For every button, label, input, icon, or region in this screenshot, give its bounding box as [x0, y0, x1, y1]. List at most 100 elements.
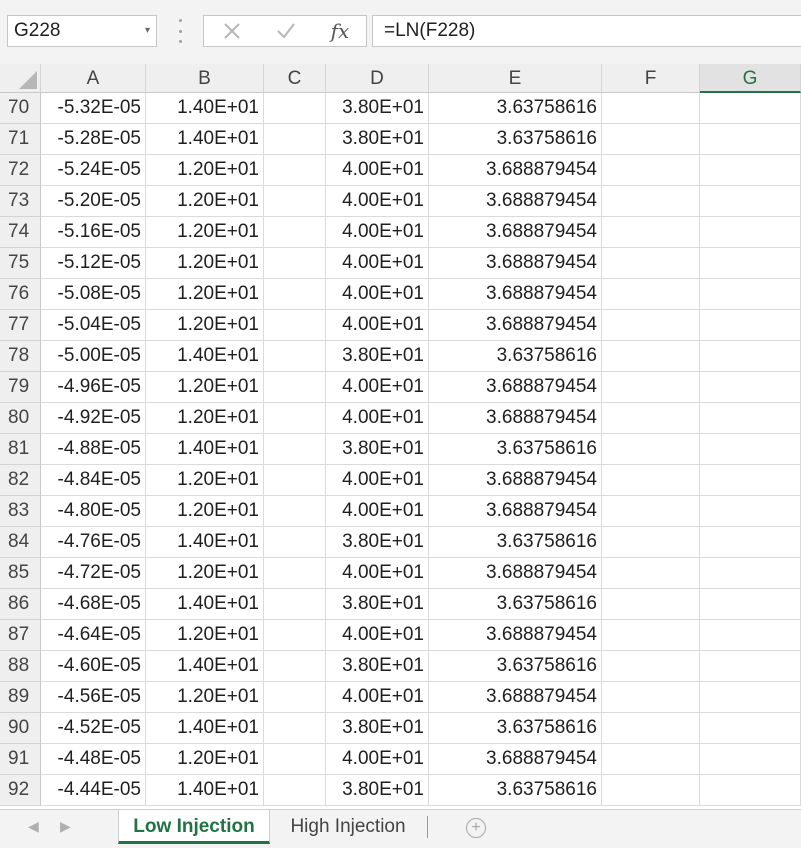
cell-a[interactable]: -4.76E-05: [41, 527, 146, 558]
column-header-a[interactable]: A: [41, 64, 146, 93]
cell-f[interactable]: [602, 682, 700, 713]
cell-b[interactable]: 1.20E+01: [146, 155, 264, 186]
row-header[interactable]: 91: [0, 744, 41, 775]
cell-e[interactable]: 3.688879454: [429, 558, 602, 589]
column-header-e[interactable]: E: [429, 64, 602, 93]
cell-a[interactable]: -4.72E-05: [41, 558, 146, 589]
cell-g[interactable]: [700, 372, 801, 403]
cell-c[interactable]: [264, 155, 326, 186]
row-header[interactable]: 89: [0, 682, 41, 713]
cell-f[interactable]: [602, 372, 700, 403]
cell-f[interactable]: [602, 496, 700, 527]
cell-d[interactable]: 4.00E+01: [326, 186, 429, 217]
cell-d[interactable]: 3.80E+01: [326, 589, 429, 620]
name-box-dropdown-icon[interactable]: ▾: [145, 16, 150, 46]
row-header[interactable]: 80: [0, 403, 41, 434]
cell-e[interactable]: 3.63758616: [429, 341, 602, 372]
row-header[interactable]: 78: [0, 341, 41, 372]
cell-b[interactable]: 1.20E+01: [146, 682, 264, 713]
cell-a[interactable]: -4.84E-05: [41, 465, 146, 496]
cell-b[interactable]: 1.20E+01: [146, 217, 264, 248]
cell-a[interactable]: -4.44E-05: [41, 775, 146, 806]
cell-a[interactable]: -4.80E-05: [41, 496, 146, 527]
cell-a[interactable]: -4.92E-05: [41, 403, 146, 434]
cell-d[interactable]: 3.80E+01: [326, 93, 429, 124]
cell-f[interactable]: [602, 713, 700, 744]
cell-c[interactable]: [264, 496, 326, 527]
cell-b[interactable]: 1.20E+01: [146, 310, 264, 341]
cell-d[interactable]: 4.00E+01: [326, 310, 429, 341]
cell-e[interactable]: 3.688879454: [429, 310, 602, 341]
cell-f[interactable]: [602, 279, 700, 310]
cell-c[interactable]: [264, 682, 326, 713]
cell-c[interactable]: [264, 403, 326, 434]
cell-f[interactable]: [602, 403, 700, 434]
cell-e[interactable]: 3.63758616: [429, 434, 602, 465]
cell-f[interactable]: [602, 93, 700, 124]
cell-c[interactable]: [264, 310, 326, 341]
cell-c[interactable]: [264, 248, 326, 279]
cell-g[interactable]: [700, 496, 801, 527]
cell-d[interactable]: 4.00E+01: [326, 682, 429, 713]
cell-g[interactable]: [700, 620, 801, 651]
cell-e[interactable]: 3.688879454: [429, 248, 602, 279]
cell-a[interactable]: -4.64E-05: [41, 620, 146, 651]
cell-c[interactable]: [264, 124, 326, 155]
cell-e[interactable]: 3.688879454: [429, 372, 602, 403]
cell-e[interactable]: 3.688879454: [429, 403, 602, 434]
row-header[interactable]: 71: [0, 124, 41, 155]
cell-f[interactable]: [602, 124, 700, 155]
row-header[interactable]: 84: [0, 527, 41, 558]
cell-c[interactable]: [264, 620, 326, 651]
cell-a[interactable]: -5.20E-05: [41, 186, 146, 217]
cell-c[interactable]: [264, 589, 326, 620]
cell-e[interactable]: 3.688879454: [429, 465, 602, 496]
cell-d[interactable]: 4.00E+01: [326, 620, 429, 651]
cell-c[interactable]: [264, 434, 326, 465]
cell-e[interactable]: 3.63758616: [429, 527, 602, 558]
select-all-corner[interactable]: [0, 64, 41, 93]
cell-f[interactable]: [602, 465, 700, 496]
cell-a[interactable]: -4.68E-05: [41, 589, 146, 620]
cell-e[interactable]: 3.688879454: [429, 744, 602, 775]
cell-d[interactable]: 3.80E+01: [326, 341, 429, 372]
cell-e[interactable]: 3.688879454: [429, 496, 602, 527]
cell-d[interactable]: 3.80E+01: [326, 434, 429, 465]
cell-c[interactable]: [264, 372, 326, 403]
add-sheet-icon[interactable]: +: [466, 818, 486, 838]
cell-b[interactable]: 1.40E+01: [146, 713, 264, 744]
cell-a[interactable]: -5.12E-05: [41, 248, 146, 279]
cell-g[interactable]: [700, 744, 801, 775]
cell-a[interactable]: -5.00E-05: [41, 341, 146, 372]
cell-g[interactable]: [700, 310, 801, 341]
column-header-f[interactable]: F: [602, 64, 700, 93]
cell-b[interactable]: 1.40E+01: [146, 434, 264, 465]
formula-input[interactable]: =LN(F228): [372, 15, 801, 47]
cell-e[interactable]: 3.688879454: [429, 186, 602, 217]
cell-f[interactable]: [602, 310, 700, 341]
cell-e[interactable]: 3.688879454: [429, 155, 602, 186]
cell-e[interactable]: 3.688879454: [429, 279, 602, 310]
cell-g[interactable]: [700, 403, 801, 434]
cell-d[interactable]: 3.80E+01: [326, 527, 429, 558]
row-header[interactable]: 92: [0, 775, 41, 806]
cell-d[interactable]: 4.00E+01: [326, 496, 429, 527]
row-header[interactable]: 86: [0, 589, 41, 620]
cell-c[interactable]: [264, 527, 326, 558]
row-header[interactable]: 73: [0, 186, 41, 217]
column-header-c[interactable]: C: [264, 64, 326, 93]
cell-e[interactable]: 3.63758616: [429, 589, 602, 620]
cell-b[interactable]: 1.40E+01: [146, 589, 264, 620]
cell-b[interactable]: 1.20E+01: [146, 558, 264, 589]
cell-f[interactable]: [602, 341, 700, 372]
cell-e[interactable]: 3.63758616: [429, 124, 602, 155]
row-header[interactable]: 83: [0, 496, 41, 527]
cell-e[interactable]: 3.63758616: [429, 651, 602, 682]
cell-b[interactable]: 1.20E+01: [146, 372, 264, 403]
cell-d[interactable]: 4.00E+01: [326, 279, 429, 310]
cell-d[interactable]: 4.00E+01: [326, 744, 429, 775]
name-box[interactable]: G228 ▾: [7, 15, 157, 47]
cell-d[interactable]: 4.00E+01: [326, 558, 429, 589]
cell-c[interactable]: [264, 341, 326, 372]
row-header[interactable]: 81: [0, 434, 41, 465]
